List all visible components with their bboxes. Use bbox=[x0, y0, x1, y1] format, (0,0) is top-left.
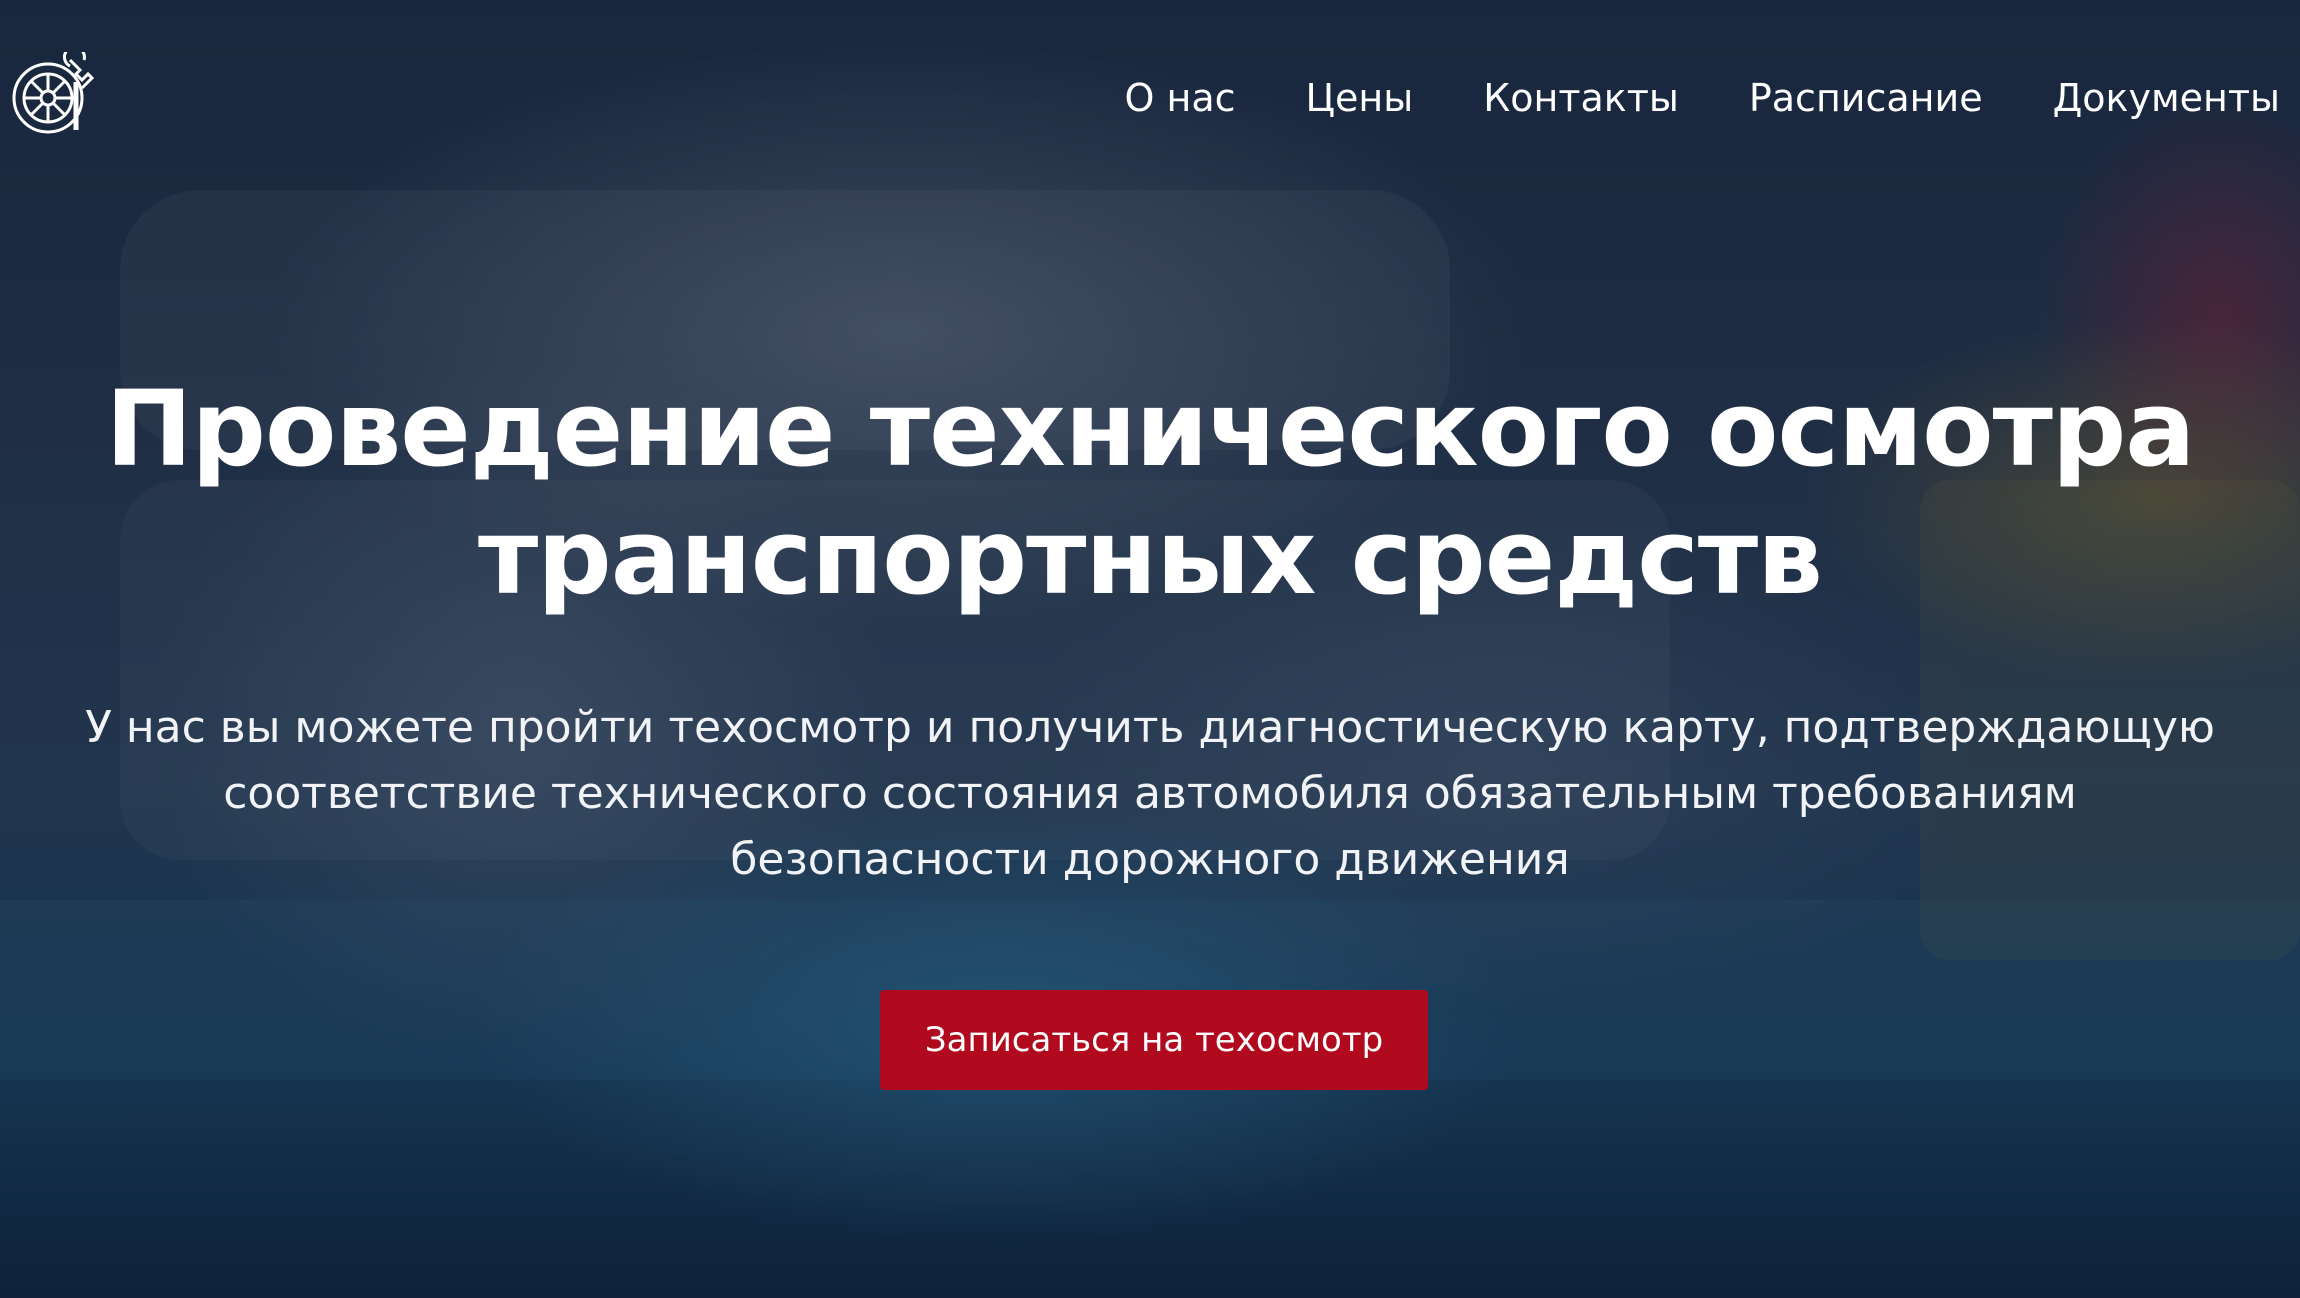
nav-item-prices[interactable]: Цены bbox=[1306, 76, 1414, 120]
nav-item-schedule[interactable]: Расписание bbox=[1749, 76, 1983, 120]
nav-item-contacts[interactable]: Контакты bbox=[1483, 76, 1679, 120]
hero-section: О нас Цены Контакты Расписание Документы… bbox=[0, 0, 2300, 1298]
hero-subtitle-line-3: безопасности дорожного движения bbox=[730, 834, 1570, 885]
hero-subtitle: У нас вы можете пройти техосмотр и получ… bbox=[0, 695, 2300, 893]
book-inspection-button[interactable]: Записаться на техосмотр bbox=[880, 990, 1428, 1090]
nav-item-about[interactable]: О нас bbox=[1125, 76, 1236, 120]
nav-item-documents[interactable]: Документы bbox=[2053, 76, 2280, 120]
hero-background-image bbox=[0, 0, 2300, 1298]
hero-subtitle-line-2: соответствие технического состояния авто… bbox=[223, 768, 2077, 819]
wheel-wrench-icon[interactable] bbox=[10, 45, 96, 138]
hero-subtitle-line-1: У нас вы можете пройти техосмотр и получ… bbox=[85, 702, 2215, 753]
hero-title-line-1: Проведение технического осмотра bbox=[105, 368, 2196, 490]
hero-title: Проведение технического осмотра транспор… bbox=[0, 365, 2300, 621]
hero-title-line-2: транспортных средств bbox=[478, 496, 1823, 618]
main-navigation: О нас Цены Контакты Расписание Документы bbox=[1125, 76, 2280, 120]
